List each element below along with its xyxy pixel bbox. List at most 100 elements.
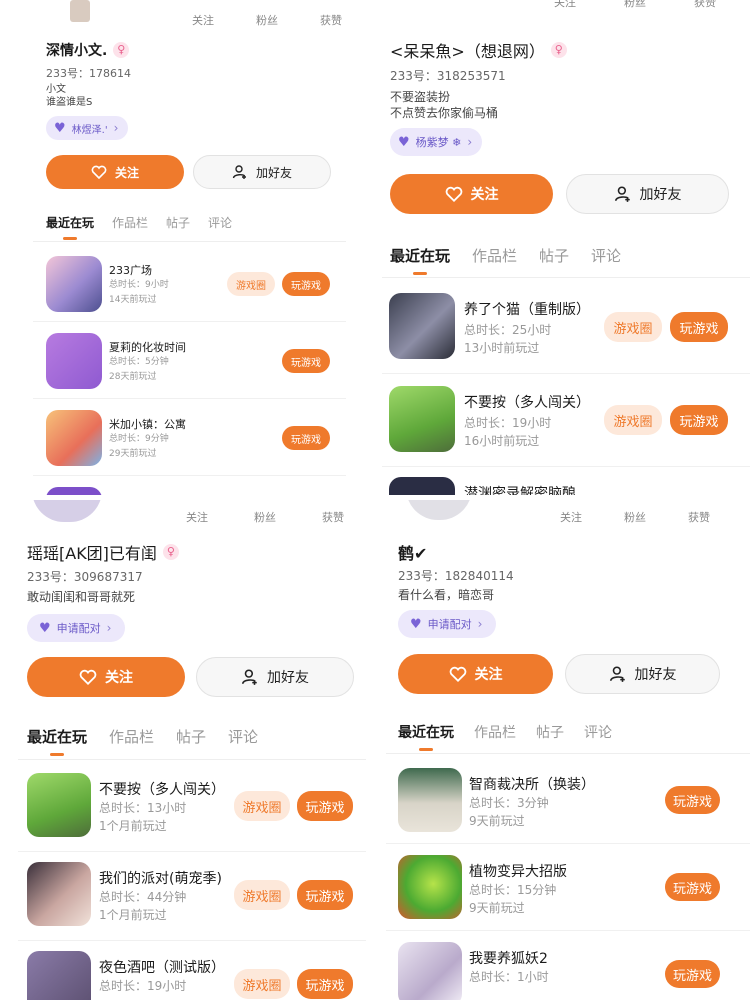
game-circle-button[interactable]: 游戏圈 — [227, 272, 275, 296]
apply-match-pill[interactable]: ♥ 申请配对 › — [398, 610, 497, 638]
game-icon-makeup — [46, 333, 102, 389]
stat-following[interactable]: 关注 — [192, 12, 214, 28]
tab-bar: 最近在玩 作品栏 帖子 评论 — [390, 245, 621, 266]
add-friend-button[interactable]: 加好友 — [565, 654, 720, 694]
bio-line: 不要盗装扮 — [390, 90, 451, 104]
game-meta: 总时长：25小时 13小时前玩过 — [464, 321, 551, 357]
user-id: 233号：182840114 — [398, 569, 514, 583]
add-friend-label: 加好友 — [639, 187, 682, 203]
stat-following[interactable]: 关注 — [554, 0, 576, 10]
add-user-icon — [609, 666, 625, 682]
heart-plus-icon — [91, 165, 107, 179]
play-game-button[interactable]: 玩游戏 — [665, 786, 720, 814]
game-row[interactable]: 潜渊密录解密脑酿 — [378, 467, 750, 495]
game-circle-button[interactable]: 游戏圈 — [234, 880, 290, 910]
game-row[interactable]: 不要按（多人闯关） 总时长：19小时 16小时前玩过 游戏圈 玩游戏 — [378, 374, 750, 467]
follow-button[interactable]: 关注 — [27, 657, 185, 697]
tab-posts[interactable]: 帖子 — [166, 214, 190, 231]
cp-pill[interactable]: ♥ 杨紫梦 ❄ › — [390, 128, 483, 156]
game-duration: 总时长：19小时 — [99, 979, 187, 993]
play-game-button[interactable]: 玩游戏 — [670, 312, 728, 342]
game-row[interactable]: 不要按（多人闯关） 总时长：13小时 1个月前玩过 游戏圈 玩游戏 — [0, 763, 372, 852]
stat-likes[interactable]: 获赞 — [322, 509, 344, 525]
female-icon: ♀ — [162, 544, 179, 560]
play-game-button[interactable]: 玩游戏 — [665, 960, 720, 988]
game-title: 养了个猫（重制版） — [464, 302, 590, 318]
add-friend-button[interactable]: 加好友 — [193, 155, 331, 189]
game-row[interactable]: 我们的派对(萌宠季) 总时长：44分钟 1个月前玩过 游戏圈 玩游戏 — [0, 852, 372, 941]
tab-comments[interactable]: 评论 — [228, 726, 258, 747]
play-game-button[interactable]: 玩游戏 — [670, 405, 728, 435]
tab-comments[interactable]: 评论 — [591, 245, 621, 266]
stat-followers[interactable]: 粉丝 — [624, 0, 646, 10]
tab-recent[interactable]: 最近在玩 — [27, 726, 87, 747]
stat-followers[interactable]: 粉丝 — [254, 509, 276, 525]
tab-comments[interactable]: 评论 — [584, 722, 612, 742]
tab-works[interactable]: 作品栏 — [112, 214, 148, 231]
avatar[interactable] — [70, 0, 90, 22]
follow-button[interactable]: 关注 — [46, 155, 184, 189]
heart-icon: ♥ — [398, 134, 410, 150]
heart-icon: ♥ — [54, 120, 66, 136]
play-game-button[interactable]: 玩游戏 — [297, 791, 353, 821]
stat-likes[interactable]: 获赞 — [694, 0, 716, 10]
username: 瑶瑶[AK团]已有闺 ♀ — [27, 540, 179, 564]
game-last-played: 29天前玩过 — [109, 449, 157, 459]
play-game-button[interactable]: 玩游戏 — [282, 426, 330, 450]
game-row[interactable]: 养了个猫（重制版） 总时长：25小时 13小时前玩过 游戏圈 玩游戏 — [378, 281, 750, 374]
profile-panel-3: 关注 粉丝 获赞 瑶瑶[AK团]已有闺 ♀ 233号：309687317 敢动闺… — [0, 500, 372, 1000]
tab-recent[interactable]: 最近在玩 — [390, 245, 450, 266]
play-game-button[interactable]: 玩游戏 — [282, 349, 330, 373]
add-friend-button[interactable]: 加好友 — [566, 174, 729, 214]
bio: 不要盗装扮 不点赞去你家偷马桶 — [390, 89, 498, 121]
game-row[interactable]: 233广场 总时长：9小时 14天前玩过 游戏圈 玩游戏 — [0, 245, 372, 322]
stat-likes[interactable]: 获赞 — [320, 12, 342, 28]
game-row[interactable]: 我要养狐妖2 总时长：1小时 玩游戏 — [378, 931, 750, 1000]
game-circle-button[interactable]: 游戏圈 — [604, 312, 662, 342]
play-game-button[interactable]: 玩游戏 — [297, 969, 353, 999]
tab-bar: 最近在玩 作品栏 帖子 评论 — [46, 214, 232, 231]
game-circle-button[interactable]: 游戏圈 — [234, 969, 290, 999]
tab-works[interactable]: 作品栏 — [472, 245, 517, 266]
follow-button[interactable]: 关注 — [398, 654, 553, 694]
avatar[interactable] — [32, 500, 102, 522]
add-friend-label: 加好友 — [634, 667, 677, 683]
tab-works[interactable]: 作品栏 — [474, 722, 516, 742]
add-user-icon — [232, 165, 246, 179]
game-meta: 总时长：44分钟 1个月前玩过 — [99, 888, 186, 924]
profile-panel-4: 关注 粉丝 获赞 鹤✔ 233号：182840114 看什么看，暗恋哥 ♥ 申请… — [378, 500, 750, 1000]
game-row[interactable]: 智商裁决所（换装） 总时长：3分钟 9天前玩过 玩游戏 — [378, 757, 750, 844]
game-duration: 总时长：9分钟 — [109, 434, 169, 444]
stat-following[interactable]: 关注 — [186, 509, 208, 525]
tab-recent[interactable]: 最近在玩 — [398, 722, 454, 742]
apply-match-pill[interactable]: ♥ 申请配对 › — [27, 614, 126, 642]
game-row[interactable]: 夏莉的化妆时间 总时长：5分钟 28天前玩过 玩游戏 — [0, 322, 372, 399]
play-game-button[interactable]: 玩游戏 — [282, 272, 330, 296]
tab-recent[interactable]: 最近在玩 — [46, 214, 94, 231]
stat-following[interactable]: 关注 — [560, 509, 582, 525]
game-row[interactable]: 植物变异大招版 总时长：15分钟 9天前玩过 玩游戏 — [378, 844, 750, 931]
chevron-right-icon: › — [113, 121, 119, 135]
play-game-button[interactable]: 玩游戏 — [297, 880, 353, 910]
stat-followers[interactable]: 粉丝 — [624, 509, 646, 525]
add-friend-button[interactable]: 加好友 — [196, 657, 354, 697]
cp-pill[interactable]: ♥ 林煜泽.' › — [46, 116, 129, 140]
tab-posts[interactable]: 帖子 — [176, 726, 206, 747]
follow-label: 关注 — [114, 165, 139, 180]
game-row[interactable]: 夜色酒吧（测试版） 总时长：19小时 游戏圈 玩游戏 — [0, 941, 372, 1000]
play-game-button[interactable]: 玩游戏 — [665, 873, 720, 901]
female-icon: ♀ — [550, 42, 567, 58]
tab-posts[interactable]: 帖子 — [536, 722, 564, 742]
tab-works[interactable]: 作品栏 — [109, 726, 154, 747]
avatar[interactable] — [406, 500, 472, 520]
user-id: 233号：309687317 — [27, 570, 143, 584]
tab-comments[interactable]: 评论 — [208, 214, 232, 231]
game-circle-button[interactable]: 游戏圈 — [604, 405, 662, 435]
game-icon-dont-press — [389, 386, 455, 452]
game-circle-button[interactable]: 游戏圈 — [234, 791, 290, 821]
game-row[interactable]: 米加小镇：公寓 总时长：9分钟 29天前玩过 玩游戏 — [0, 399, 372, 476]
stat-likes[interactable]: 获赞 — [688, 509, 710, 525]
stat-followers[interactable]: 粉丝 — [256, 12, 278, 28]
follow-button[interactable]: 关注 — [390, 174, 553, 214]
tab-posts[interactable]: 帖子 — [539, 245, 569, 266]
